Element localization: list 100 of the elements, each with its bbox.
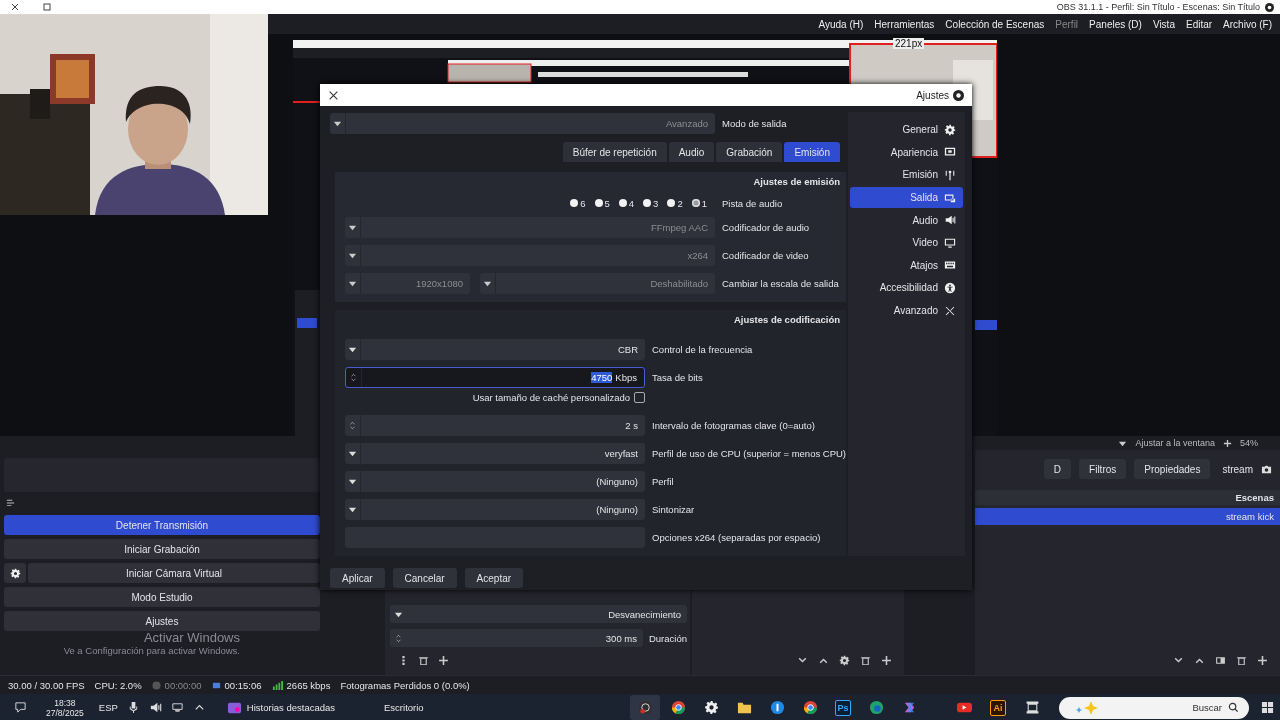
trash-icon[interactable] xyxy=(1236,654,1247,666)
menu-item[interactable]: Ayuda (H) xyxy=(818,18,864,30)
field-label: Pista de audio xyxy=(721,197,783,209)
dropdown[interactable]: veryfast xyxy=(345,442,645,464)
gear-icon[interactable] xyxy=(703,700,719,715)
desktop-label[interactable]: Escritorio xyxy=(384,702,424,713)
tab[interactable]: Grabación xyxy=(716,142,783,162)
duration-label: Duración xyxy=(648,632,687,644)
sidebar-item[interactable]: Salida xyxy=(850,186,963,209)
undock-icon[interactable] xyxy=(6,498,15,507)
duration-field[interactable]: 300 ms xyxy=(390,629,643,647)
search-field[interactable]: Buscar xyxy=(1059,696,1249,719)
track-checkbox[interactable] xyxy=(691,199,700,207)
menu-item[interactable]: Editar xyxy=(1185,18,1213,30)
track-number: 5 xyxy=(604,197,610,209)
app-icon[interactable]: Ps xyxy=(835,699,851,716)
browser-icon[interactable] xyxy=(670,700,686,715)
window-title: OBS 31.1.1 - Perfil: Sin Título - Escenas: Sin Título xyxy=(1056,2,1260,12)
dropdown[interactable]: x264 xyxy=(345,244,715,266)
plus-icon[interactable] xyxy=(881,654,892,666)
dialog-button[interactable]: Cancelar xyxy=(392,568,457,588)
control-button[interactable]: Detener Transmisión xyxy=(4,515,320,535)
app-icon[interactable] xyxy=(769,700,785,715)
zoom-mode[interactable]: Ajustar a la ventana xyxy=(1135,438,1215,448)
track-checkbox[interactable] xyxy=(594,199,603,207)
task-view-icon[interactable] xyxy=(1024,700,1040,715)
edge-icon[interactable] xyxy=(868,700,884,715)
maximize-icon[interactable] xyxy=(42,2,52,12)
spin-arrows-icon xyxy=(394,633,403,643)
control-button[interactable]: Iniciar Grabación xyxy=(4,539,320,559)
panel-icon[interactable] xyxy=(1215,654,1226,666)
dialog-button[interactable]: Aplicar xyxy=(330,568,385,588)
network-icon[interactable] xyxy=(170,701,184,714)
notification-icon[interactable] xyxy=(14,701,27,714)
control-button[interactable]: Ajustes xyxy=(4,611,320,631)
dropdown[interactable]: CBR xyxy=(345,338,645,360)
toolbar-button[interactable]: Propiedades xyxy=(1134,459,1211,479)
sidebar-item[interactable]: Audio xyxy=(850,209,963,231)
dropdown[interactable]: 1920x1080 xyxy=(345,272,470,294)
dropdown[interactable]: FFmpeg AAC xyxy=(345,216,715,238)
plus-icon[interactable] xyxy=(1223,438,1232,448)
tab[interactable]: Búfer de repetición xyxy=(562,142,667,162)
settings-button[interactable] xyxy=(4,563,26,583)
sidebar-item[interactable]: Avanzado xyxy=(850,299,963,322)
play-icon[interactable] xyxy=(956,700,972,715)
menu-item[interactable]: Vista xyxy=(1152,18,1175,30)
toolbar-button[interactable]: Filtros xyxy=(1079,459,1127,479)
sidebar-item[interactable]: General xyxy=(850,119,963,141)
track-checkbox[interactable] xyxy=(570,199,579,207)
menu-item[interactable]: Colección de Escenas xyxy=(945,18,1045,30)
number-field[interactable]: 2 s xyxy=(345,414,645,436)
output-mode-dropdown[interactable]: Avanzado xyxy=(330,112,715,134)
track-checkbox[interactable] xyxy=(618,199,627,207)
track-checkbox[interactable] xyxy=(643,199,652,207)
menu-item[interactable]: Archivo (F) xyxy=(1223,18,1272,30)
section-title: Ajustes de codificación xyxy=(732,314,842,327)
sidebar-item[interactable]: Emisión xyxy=(850,164,963,186)
sidebar-item[interactable]: Accesibilidad xyxy=(850,277,963,299)
menu-item[interactable]: Paneles (D) xyxy=(1089,18,1142,30)
tab[interactable]: Audio xyxy=(668,142,715,162)
dropdown[interactable]: (Ninguno) xyxy=(345,498,645,520)
plus-icon[interactable] xyxy=(1257,654,1268,666)
sidebar-item[interactable]: Atajos xyxy=(850,254,963,277)
language-indicator[interactable]: ESP xyxy=(98,702,118,713)
toolbar-button[interactable]: D xyxy=(1043,459,1072,479)
windows-logo-icon[interactable] xyxy=(1261,701,1274,714)
dropdown[interactable]: Deshabilitado xyxy=(480,272,715,294)
folder-icon[interactable] xyxy=(736,700,752,715)
tab[interactable]: Emisión xyxy=(784,142,840,162)
status-text: 00:00:00 xyxy=(164,679,202,691)
activation-text: Ve a Configuración para activar Windows. xyxy=(63,645,240,656)
speaker-icon[interactable] xyxy=(148,701,162,714)
accessibility-icon xyxy=(944,281,956,294)
number-field[interactable]: 4750 Kbps xyxy=(345,366,645,388)
widget-label[interactable]: Historias destacadas xyxy=(246,702,336,713)
plus-icon[interactable] xyxy=(438,654,449,666)
close-icon[interactable] xyxy=(328,89,339,101)
app-icon[interactable] xyxy=(637,700,653,715)
menu-item[interactable]: Herramientas xyxy=(874,18,935,30)
status-text: CPU: 2.0% xyxy=(94,679,142,691)
trash-icon[interactable] xyxy=(418,654,429,666)
transition-dropdown[interactable]: Desvanecimiento xyxy=(390,605,687,623)
browser-icon[interactable] xyxy=(802,700,818,715)
widget-icon[interactable] xyxy=(226,700,242,715)
clock-date[interactable]: 27/8/2025 xyxy=(46,707,84,718)
clock-time[interactable]: 18:38 xyxy=(54,697,76,708)
track-checkbox[interactable] xyxy=(667,199,676,207)
scene-item[interactable]: stream kick xyxy=(975,508,1280,525)
sidebar-item[interactable]: Video xyxy=(850,231,963,254)
dialog-button[interactable]: Aceptar xyxy=(464,568,524,588)
control-button[interactable]: Modo Estudio xyxy=(4,587,320,607)
control-button[interactable]: Iniciar Cámara Virtual xyxy=(28,563,320,583)
size-label: 221px xyxy=(893,38,925,49)
dropdown[interactable]: (Ninguno) xyxy=(345,470,645,492)
app-icon[interactable]: Ai xyxy=(990,699,1006,716)
trash-icon[interactable] xyxy=(860,654,871,666)
checkbox[interactable]: Usar tamaño de caché personalizado xyxy=(472,392,645,403)
gear-icon[interactable] xyxy=(839,654,850,666)
close-icon[interactable] xyxy=(10,2,20,12)
sidebar-item[interactable]: Apariencia xyxy=(850,141,963,164)
